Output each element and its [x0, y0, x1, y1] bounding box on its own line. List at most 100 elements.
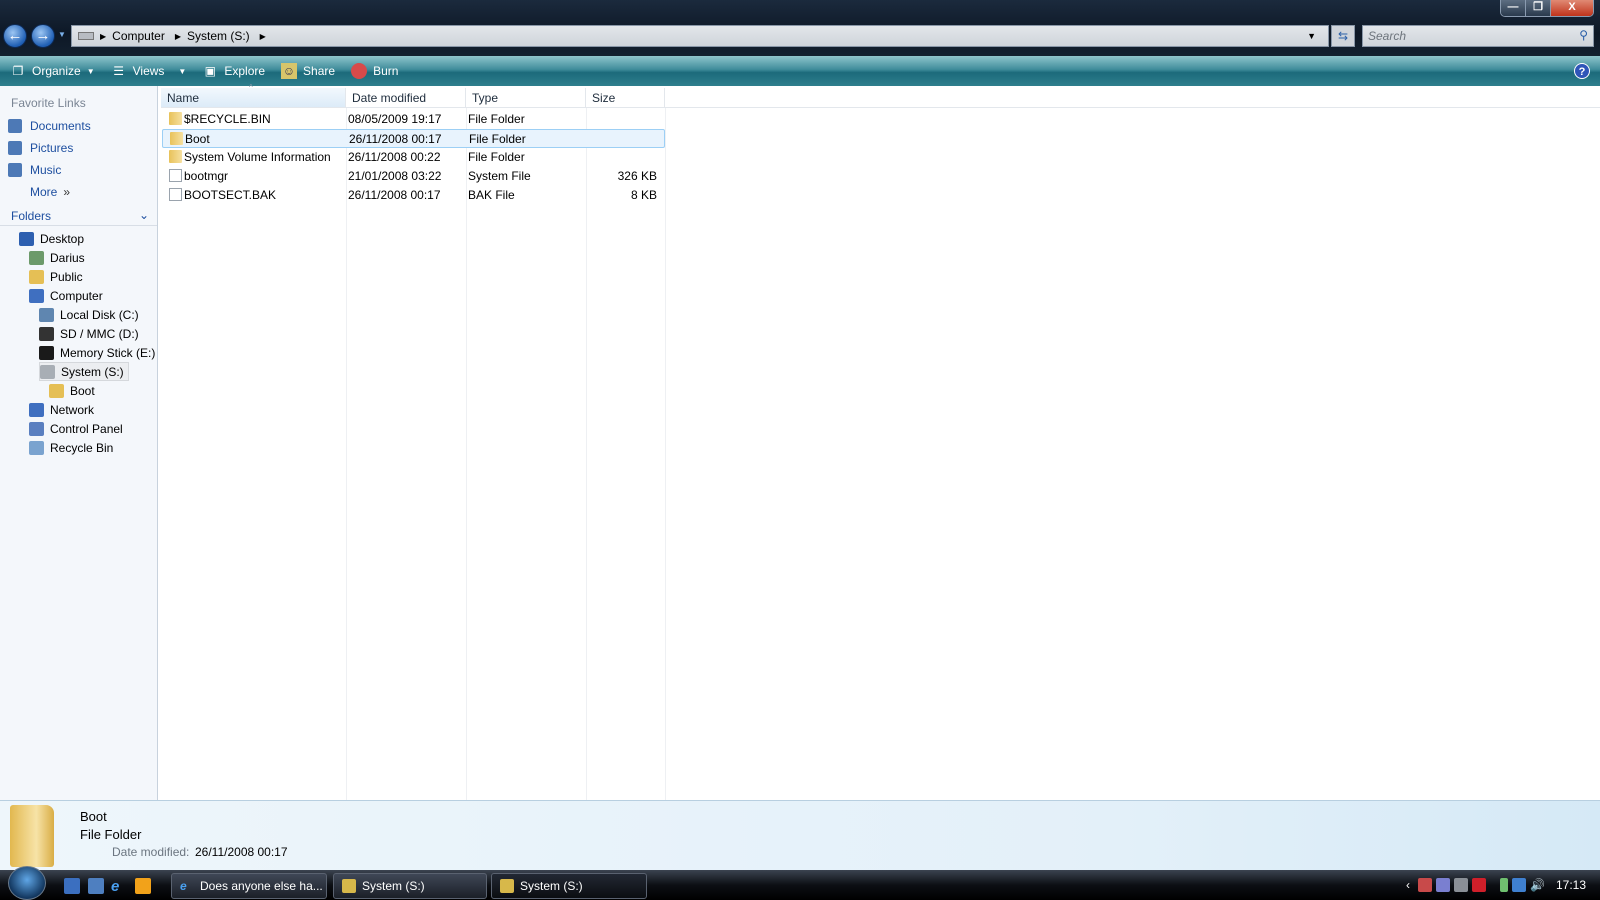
media-player-icon[interactable] [135, 878, 151, 894]
more-label: More [30, 185, 58, 199]
show-hidden-icons-chevron[interactable]: ‹ [1406, 878, 1410, 892]
file-row[interactable]: Boot 26/11/2008 00:17 File Folder [162, 129, 665, 148]
back-button[interactable]: ← [3, 24, 27, 48]
views-button[interactable]: ☰ Views ▼ [111, 63, 186, 79]
taskbar-item-browser[interactable]: e Does anyone else ha... [171, 873, 327, 899]
minimize-button[interactable]: — [1501, 0, 1526, 16]
column-divider [586, 108, 587, 800]
tree-item[interactable]: Local Disk (C:) [39, 305, 139, 324]
chevron-right-icon: ▶ [174, 31, 181, 41]
tree-item[interactable]: SD / MMC (D:) [39, 324, 139, 343]
tree-item[interactable]: System (S:) [39, 362, 129, 381]
taskbar-item-explorer-active[interactable]: System (S:) [491, 873, 647, 899]
explore-icon: ▣ [204, 64, 217, 78]
burn-label: Burn [373, 64, 399, 78]
start-button[interactable] [8, 866, 46, 900]
share-button[interactable]: ☺ Share [281, 63, 335, 79]
chevron-right-icon: ▶ [100, 31, 107, 41]
show-desktop-icon[interactable] [64, 878, 80, 894]
system-tray: ‹ 🔊 17:13 [1406, 870, 1600, 900]
volume-icon[interactable]: 🔊 [1530, 878, 1545, 892]
network-icon[interactable] [1511, 878, 1526, 892]
folder-large-icon [10, 805, 54, 867]
taskbar-item-explorer[interactable]: System (S:) [333, 873, 487, 899]
file-row[interactable]: $RECYCLE.BIN 08/05/2009 19:17 File Folder [162, 110, 665, 129]
file-name: BOOTSECT.BAK [184, 188, 277, 202]
clock[interactable]: 17:13 [1556, 878, 1586, 892]
file-icon [169, 169, 182, 182]
favorite-label: Music [30, 163, 62, 177]
maximize-button[interactable]: ❐ [1526, 0, 1551, 16]
refresh-button[interactable]: ⇆ [1331, 25, 1355, 47]
explore-button[interactable]: ▣ Explore [202, 63, 265, 79]
favorite-pictures[interactable]: Pictures [8, 141, 73, 155]
pictures-icon [8, 141, 22, 155]
switch-windows-icon[interactable] [88, 878, 104, 894]
burn-button[interactable]: Burn [351, 63, 398, 79]
column-divider [665, 108, 666, 800]
burn-icon [351, 63, 368, 79]
search-input[interactable]: Search ⚲ [1362, 25, 1594, 47]
sort-ascending-icon: ^ [249, 83, 253, 92]
address-bar[interactable]: ▶ Computer ▶ System (S:) ▶ ▼ [71, 25, 1329, 47]
battery-icon[interactable] [1499, 878, 1508, 892]
column-header-size[interactable]: Size [586, 88, 665, 108]
column-header-date[interactable]: Date modified [346, 88, 466, 108]
column-header-name[interactable]: Name ^ [161, 83, 346, 108]
file-row[interactable]: BOOTSECT.BAK 26/11/2008 00:17 BAK File 8 KB [162, 186, 665, 205]
folders-header[interactable]: Folders ⌄ [0, 206, 157, 226]
favorite-documents[interactable]: Documents [8, 119, 91, 133]
tree-item[interactable]: Computer [29, 286, 103, 305]
recent-pages-dropdown[interactable]: ▼ [58, 30, 66, 39]
folder-icon [169, 150, 182, 163]
tree-item[interactable]: Control Panel [29, 419, 123, 438]
organize-button[interactable]: ❐ Organize ▼ [10, 63, 95, 79]
file-list: Name ^ Date modified Type Size $RECYCLE.B… [158, 83, 1600, 800]
close-button[interactable]: X [1551, 0, 1593, 16]
favorite-label: Documents [30, 119, 91, 133]
chevron-right-icon[interactable]: ▶ [260, 32, 266, 41]
network-error-icon[interactable] [1417, 878, 1432, 892]
tree-item[interactable]: Memory Stick (E:) [39, 343, 155, 362]
address-dropdown[interactable]: ▼ [1307, 31, 1316, 41]
forward-button[interactable]: → [31, 24, 55, 48]
device-icon[interactable] [1453, 878, 1468, 892]
tree-item-icon [19, 231, 34, 246]
mcafee-icon[interactable] [1471, 878, 1486, 892]
search-placeholder: Search [1368, 29, 1407, 43]
breadcrumb-computer[interactable]: Computer [112, 29, 165, 43]
title-bar: — ❐ X ← → ▼ ▶ Computer ▶ System (S:) ▶ ▼… [0, 0, 1600, 56]
breadcrumb-system[interactable]: System (S:) [187, 29, 250, 43]
file-row[interactable]: bootmgr 21/01/2008 03:22 System File 326 KB [162, 167, 665, 186]
tree-item[interactable]: Recycle Bin [29, 438, 113, 457]
details-date-value: 26/11/2008 00:17 [195, 845, 288, 859]
organize-label: Organize [32, 64, 81, 78]
tree-item-icon [39, 345, 54, 360]
column-header-type[interactable]: Type [466, 88, 586, 108]
file-name: $RECYCLE.BIN [184, 112, 271, 126]
tree-item[interactable]: Network [29, 400, 94, 419]
tree-item[interactable]: Public [29, 267, 83, 286]
sync-icon[interactable] [1435, 878, 1450, 892]
details-name: Boot [80, 809, 107, 824]
file-row[interactable]: System Volume Information 26/11/2008 00:2… [162, 148, 665, 167]
tree-item-label: Computer [50, 288, 103, 303]
folders-label: Folders [11, 209, 52, 223]
navigation-pane: Favorite Links Documents Pictures Music … [0, 86, 158, 800]
favorite-more[interactable]: More » [30, 185, 70, 199]
file-type: File Folder [469, 132, 526, 146]
search-icon[interactable]: ⚲ [1579, 28, 1588, 42]
column-divider [466, 108, 467, 800]
help-button[interactable]: ? [1574, 63, 1590, 79]
internet-explorer-icon[interactable]: e [111, 878, 127, 895]
drive-icon [78, 32, 94, 40]
tree-item-icon [39, 307, 54, 322]
tree-item[interactable]: Darius [29, 248, 85, 267]
folder-icon [342, 879, 356, 893]
favorite-music[interactable]: Music [8, 163, 61, 177]
details-pane: Boot File Folder Date modified: 26/11/20… [0, 800, 1600, 870]
tree-item[interactable]: Boot [49, 381, 95, 400]
tree-item-icon [29, 421, 44, 436]
task-label: Does anyone else ha... [200, 879, 323, 893]
tree-item[interactable]: Desktop [19, 229, 84, 248]
